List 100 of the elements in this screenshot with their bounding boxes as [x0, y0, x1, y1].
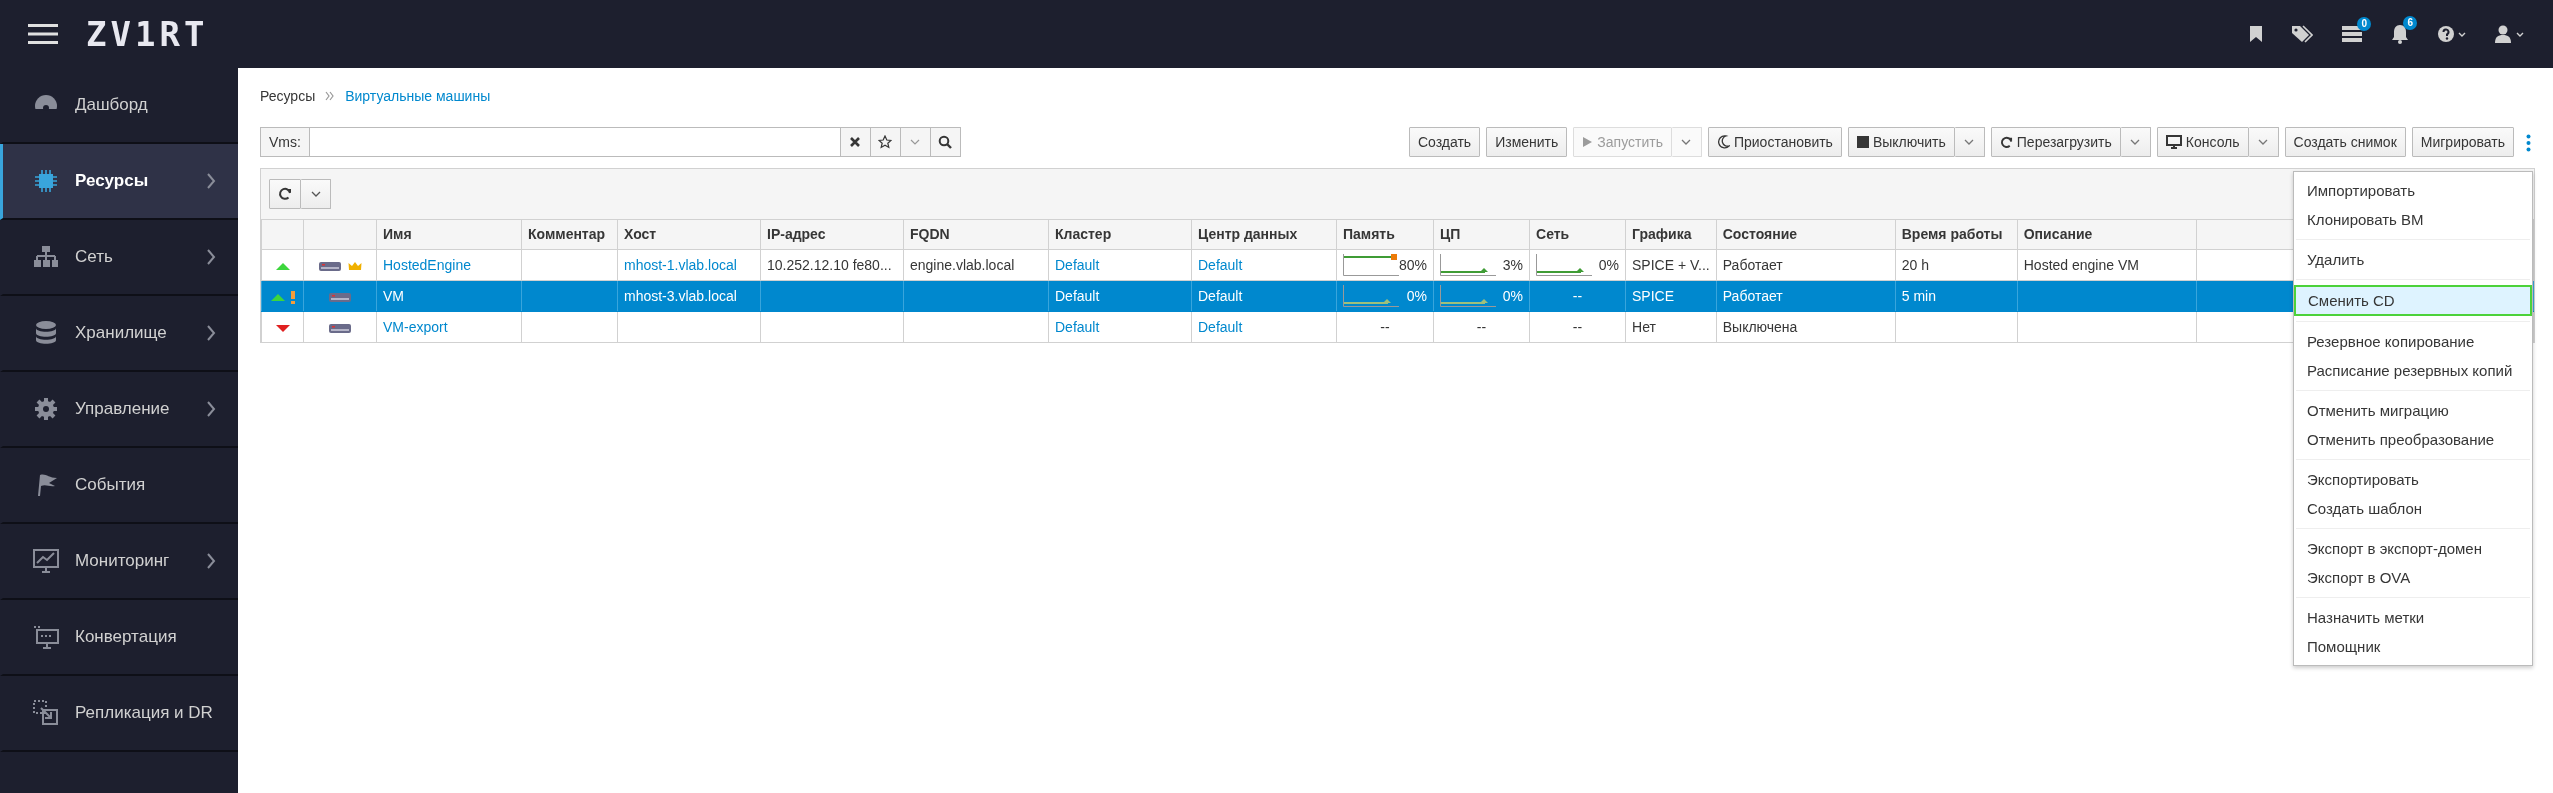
chart-monitor-icon	[33, 548, 59, 574]
tags-icon[interactable]	[2291, 25, 2313, 43]
column-header: Кластер	[1048, 219, 1192, 250]
usage-value: 0%	[1406, 286, 1428, 306]
search-label: Vms:	[261, 128, 310, 156]
monitor-icon	[2165, 135, 2182, 149]
sidebar-item[interactable]: Ресурсы	[0, 144, 238, 220]
action-button[interactable]: Создать снимок	[2284, 127, 2406, 157]
refresh-icon	[1999, 135, 2013, 149]
help-icon[interactable]	[2437, 25, 2467, 43]
sidebar-item[interactable]: Репликация и DR	[0, 676, 238, 752]
sidebar-item[interactable]: Сеть	[0, 220, 238, 296]
column-header: Комментар	[521, 219, 618, 250]
table-cell: SPICE	[1632, 287, 1675, 304]
chevron-right-icon	[206, 172, 216, 190]
menu-item[interactable]: Экспорт в OVA	[2294, 563, 2532, 592]
menu-item[interactable]: Помощник	[2294, 632, 2532, 661]
caret-icon	[1681, 139, 1692, 145]
column-header: Время работы	[1895, 219, 2018, 250]
breadcrumb-link[interactable]: Виртуальные машины	[345, 85, 491, 107]
refresh-button[interactable]	[269, 179, 301, 209]
column-header: ЦП	[1433, 219, 1530, 250]
table-cell: 20 h	[1901, 256, 1929, 273]
search-button[interactable]	[929, 128, 960, 156]
action-button[interactable]: Выключить	[1847, 127, 1955, 157]
logo: ZV1RT	[86, 17, 209, 51]
sidebar-item[interactable]: Хранилище	[0, 296, 238, 372]
kebab-icon	[2526, 133, 2531, 152]
usage-value: 3%	[1502, 255, 1524, 275]
usage-value: --	[1476, 318, 1487, 335]
action-button[interactable]: Консоль	[2156, 127, 2249, 157]
table-cell: engine.vlab.local	[910, 256, 1015, 273]
column-header: Память	[1336, 219, 1434, 250]
usage-value: 0%	[1502, 286, 1524, 306]
table-cell: 10.252.12.10 fe80...	[767, 256, 892, 273]
menu-item[interactable]: Экспортировать	[2294, 465, 2532, 494]
caret-icon	[2258, 139, 2269, 145]
menu-item[interactable]: Расписание резервных копий	[2294, 356, 2532, 385]
column-header: IP-адрес	[760, 219, 904, 250]
chevron-right-icon	[206, 248, 216, 266]
database-icon	[33, 320, 59, 346]
menu-item[interactable]: Создать шаблон	[2294, 494, 2532, 523]
table-link[interactable]: Default	[1055, 256, 1100, 273]
column-header: Описание	[2017, 219, 2197, 250]
count-badge: 6	[2403, 16, 2417, 30]
menu-item[interactable]: Отменить преобразование	[2294, 425, 2532, 454]
dashboard-icon	[33, 92, 59, 118]
usage-value: 80%	[1399, 255, 1428, 275]
action-button[interactable]: Создать	[1408, 127, 1481, 157]
table-cell: SPICE + V...	[1632, 256, 1710, 273]
column-header: Графика	[1625, 219, 1717, 250]
action-button[interactable]: Мигрировать	[2411, 127, 2514, 157]
menu-item[interactable]: Импортировать	[2294, 176, 2532, 205]
table-cell: 5 min	[1901, 287, 1936, 304]
server-icon	[318, 259, 342, 272]
menu-item[interactable]: Отменить миграцию	[2294, 396, 2532, 425]
breadcrumb-text: Ресурсы	[260, 86, 316, 106]
server-icon	[328, 290, 352, 303]
table-cell: Работает	[1722, 256, 1783, 273]
caret-icon	[910, 139, 921, 145]
column-header: Хост	[617, 219, 761, 250]
moon-icon	[1716, 135, 1730, 149]
menu-icon[interactable]	[28, 23, 58, 45]
star-button[interactable]	[869, 128, 900, 156]
menu-item[interactable]: Клонировать ВМ	[2294, 205, 2532, 234]
table-link[interactable]: Default	[1198, 318, 1243, 335]
table-cell: Выключена	[1722, 318, 1798, 335]
column-header: Имя	[376, 219, 522, 250]
table-cell: mhost-3.vlab.local	[624, 287, 737, 304]
sidebar-item[interactable]: Конвертация	[0, 600, 238, 676]
action-button[interactable]: Перезагрузить	[1990, 127, 2121, 157]
column-header: Сеть	[1529, 219, 1626, 250]
column-header: FQDN	[903, 219, 1049, 250]
sidebar-item[interactable]: Мониторинг	[0, 524, 238, 600]
chevron-right-icon	[206, 324, 216, 342]
bookmark-icon[interactable]	[2249, 25, 2263, 43]
table-link[interactable]: Default	[1198, 256, 1243, 273]
server-icon	[328, 321, 352, 334]
user-icon	[2495, 25, 2525, 43]
play-icon	[1582, 136, 1594, 148]
menu-item[interactable]: Экспорт в экспорт-домен	[2294, 534, 2532, 563]
menu-item[interactable]: Назначить метки	[2294, 603, 2532, 632]
action-button[interactable]: Приостановить	[1707, 127, 1842, 157]
bell-icon[interactable]	[2391, 24, 2409, 44]
clear-icon	[849, 136, 862, 148]
menu-item[interactable]: Сменить CD	[2294, 285, 2532, 316]
clear-button[interactable]	[839, 128, 870, 156]
usage-value: --	[1572, 318, 1583, 335]
table-link[interactable]: Default	[1055, 318, 1100, 335]
network-icon	[33, 244, 59, 270]
breadcrumb-separator-icon	[325, 91, 336, 101]
tasks-icon[interactable]	[2341, 25, 2363, 43]
table-cell: VM	[383, 287, 404, 304]
chevron-right-icon	[206, 400, 216, 418]
action-button[interactable]: Изменить	[1486, 127, 1568, 157]
sidebar-item[interactable]: События	[0, 448, 238, 524]
sidebar-item[interactable]: Управление	[0, 372, 238, 448]
caret-icon	[1964, 139, 1975, 145]
table-cell: Работает	[1722, 287, 1783, 304]
square-icon	[1856, 136, 1869, 148]
